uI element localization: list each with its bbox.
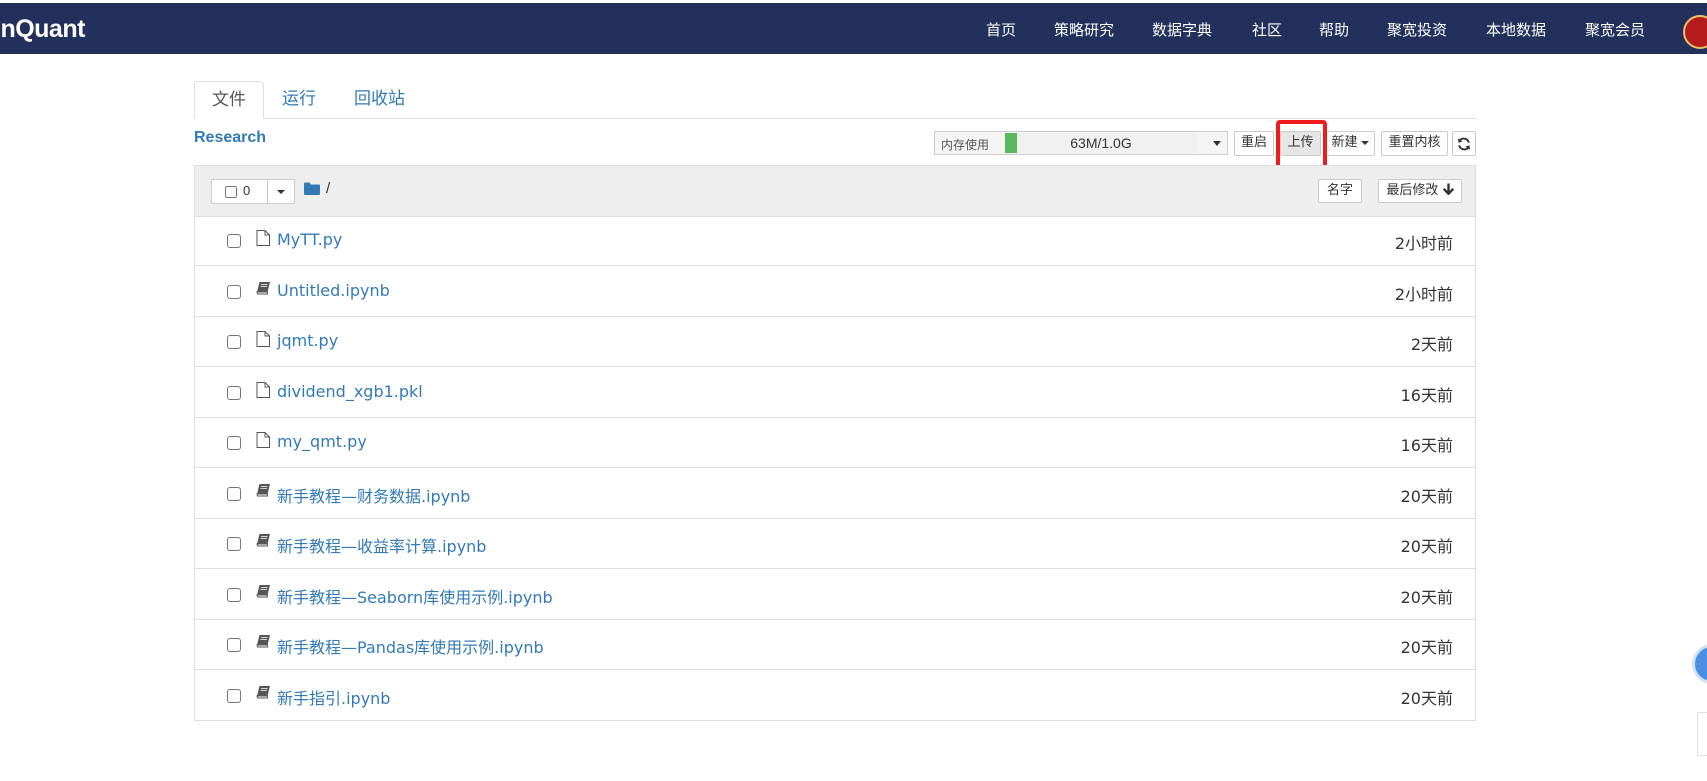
selected-count: 0 <box>243 183 251 198</box>
file-list: 0 / 名字 最后修改 MyTT.py 2小时前 Untitled.ipynb 2小时… <box>194 165 1476 721</box>
nav-item-home[interactable]: 首页 <box>986 19 1016 40</box>
row-checkbox[interactable] <box>227 436 241 450</box>
notebook-icon <box>256 483 271 502</box>
file-row[interactable]: my_qmt.py 16天前 <box>195 418 1475 468</box>
file-modified-time: 20天前 <box>1400 638 1453 657</box>
row-checkbox[interactable] <box>227 385 241 400</box>
file-name-link[interactable]: jqmt.py <box>277 331 338 350</box>
tab-trash[interactable]: 回收站 <box>337 81 422 118</box>
row-checkbox[interactable] <box>227 688 241 703</box>
current-path[interactable]: / <box>326 180 330 197</box>
file-row[interactable]: jqmt.py 2天前 <box>195 317 1475 367</box>
sort-by-modified-button[interactable]: 最后修改 <box>1378 179 1462 203</box>
select-all-checkbox[interactable] <box>225 186 237 198</box>
nav-item-help[interactable]: 帮助 <box>1319 19 1349 40</box>
nav-item-membership[interactable]: 聚宽会员 <box>1585 19 1645 40</box>
folder-icon[interactable] <box>304 182 320 195</box>
file-row[interactable]: 新手指引.ipynb 20天前 <box>195 671 1475 721</box>
chevron-down-icon <box>1213 141 1221 146</box>
file-name-link[interactable]: dividend_xgb1.pkl <box>277 382 423 401</box>
file-name-link[interactable]: Untitled.ipynb <box>277 281 390 300</box>
row-checkbox[interactable] <box>227 335 241 349</box>
memory-usage-value: 63M/1.0G <box>1070 135 1132 151</box>
file-row[interactable]: 新手教程—Pandas库使用示例.ipynb 20天前 <box>195 620 1475 670</box>
nav-item-community[interactable]: 社区 <box>1252 19 1282 40</box>
memory-progress-bar: 63M/1.0G <box>1005 133 1197 153</box>
floating-side-panel[interactable] <box>1697 712 1707 756</box>
select-all-dropdown[interactable]: 0 <box>211 179 295 204</box>
file-modified-time: 20天前 <box>1400 486 1453 506</box>
nav-item-data-dictionary[interactable]: 数据字典 <box>1152 19 1212 40</box>
row-checkbox[interactable] <box>227 234 241 248</box>
file-row[interactable]: 新手教程—收益率计算.ipynb 20天前 <box>195 519 1475 569</box>
row-checkbox[interactable] <box>227 587 241 602</box>
file-name-link[interactable]: 新手教程—收益率计算.ipynb <box>277 533 486 557</box>
notebook-icon <box>256 584 271 603</box>
arrow-down-icon <box>1442 183 1454 196</box>
file-row[interactable]: Untitled.ipynb 2小时前 <box>195 267 1475 317</box>
tab-running[interactable]: 运行 <box>265 81 333 118</box>
notebook-icon <box>256 533 271 552</box>
file-name-link[interactable]: MyTT.py <box>277 230 342 249</box>
file-icon <box>256 381 270 403</box>
row-checkbox[interactable] <box>227 537 241 551</box>
row-checkbox[interactable] <box>227 284 241 299</box>
new-dropdown-button[interactable]: 新建 <box>1325 131 1375 156</box>
reset-kernel-button[interactable]: 重置内核 <box>1381 131 1448 156</box>
memory-usage-label: 内存使用 <box>941 138 990 152</box>
notebook-icon <box>256 634 271 653</box>
nav-item-strategy-research[interactable]: 策略研究 <box>1054 19 1114 40</box>
file-modified-time: 20天前 <box>1400 587 1453 607</box>
tab-bar: 文件 运行 回收站 <box>194 81 1476 119</box>
file-modified-time: 2小时前 <box>1394 234 1453 253</box>
file-modified-time: 2天前 <box>1410 335 1453 354</box>
caret-down-icon <box>1360 140 1369 145</box>
refresh-icon <box>1457 137 1471 151</box>
brand-logo[interactable]: inQuant <box>0 15 85 44</box>
file-list-header: 0 / 名字 最后修改 <box>195 166 1475 217</box>
sort-by-name-button[interactable]: 名字 <box>1318 179 1362 203</box>
file-modified-time: 20天前 <box>1400 537 1453 556</box>
new-button-label: 新建 <box>1331 135 1358 150</box>
file-name-link[interactable]: 新手教程—Pandas库使用示例.ipynb <box>277 634 544 658</box>
sort-modified-label: 最后修改 <box>1386 183 1439 198</box>
floating-help-button[interactable] <box>1692 644 1707 684</box>
file-icon <box>256 230 270 251</box>
file-modified-time: 2小时前 <box>1394 284 1453 304</box>
file-name-link[interactable]: 新手教程—财务数据.ipynb <box>277 483 470 507</box>
row-checkbox[interactable] <box>227 486 241 501</box>
tab-files[interactable]: 文件 <box>194 81 264 119</box>
memory-usage-widget[interactable]: 内存使用 63M/1.0G <box>934 131 1228 155</box>
nav-item-local-data[interactable]: 本地数据 <box>1486 19 1546 40</box>
file-row[interactable]: 新手教程—财务数据.ipynb 20天前 <box>195 469 1475 519</box>
file-modified-time: 16天前 <box>1400 436 1453 455</box>
file-row[interactable]: MyTT.py 2小时前 <box>195 216 1475 266</box>
row-checkbox[interactable] <box>227 638 241 652</box>
file-row[interactable]: 新手教程—Seaborn库使用示例.ipynb 20天前 <box>195 570 1475 620</box>
restart-button[interactable]: 重启 <box>1234 131 1274 156</box>
notebook-icon <box>256 281 271 300</box>
file-icon <box>256 432 270 453</box>
file-modified-time: 16天前 <box>1400 385 1453 405</box>
divider <box>267 180 268 203</box>
file-name-link[interactable]: 新手指引.ipynb <box>277 685 390 709</box>
top-navbar: inQuant 首页 策略研究 数据字典 社区 帮助 聚宽投资 本地数据 聚宽会… <box>0 3 1707 54</box>
upload-button[interactable]: 上传 <box>1280 131 1321 156</box>
user-avatar[interactable] <box>1683 15 1707 49</box>
file-name-link[interactable]: 新手教程—Seaborn库使用示例.ipynb <box>277 584 553 608</box>
notebook-icon <box>256 685 271 704</box>
file-modified-time: 20天前 <box>1400 688 1453 708</box>
file-row[interactable]: dividend_xgb1.pkl 16天前 <box>195 368 1475 418</box>
caret-down-icon[interactable] <box>277 190 285 194</box>
nav-item-joinquant-invest[interactable]: 聚宽投资 <box>1387 19 1447 40</box>
refresh-button[interactable] <box>1452 131 1476 156</box>
file-icon <box>256 331 270 352</box>
breadcrumb-root[interactable]: Research <box>194 129 266 147</box>
file-name-link[interactable]: my_qmt.py <box>277 432 367 451</box>
